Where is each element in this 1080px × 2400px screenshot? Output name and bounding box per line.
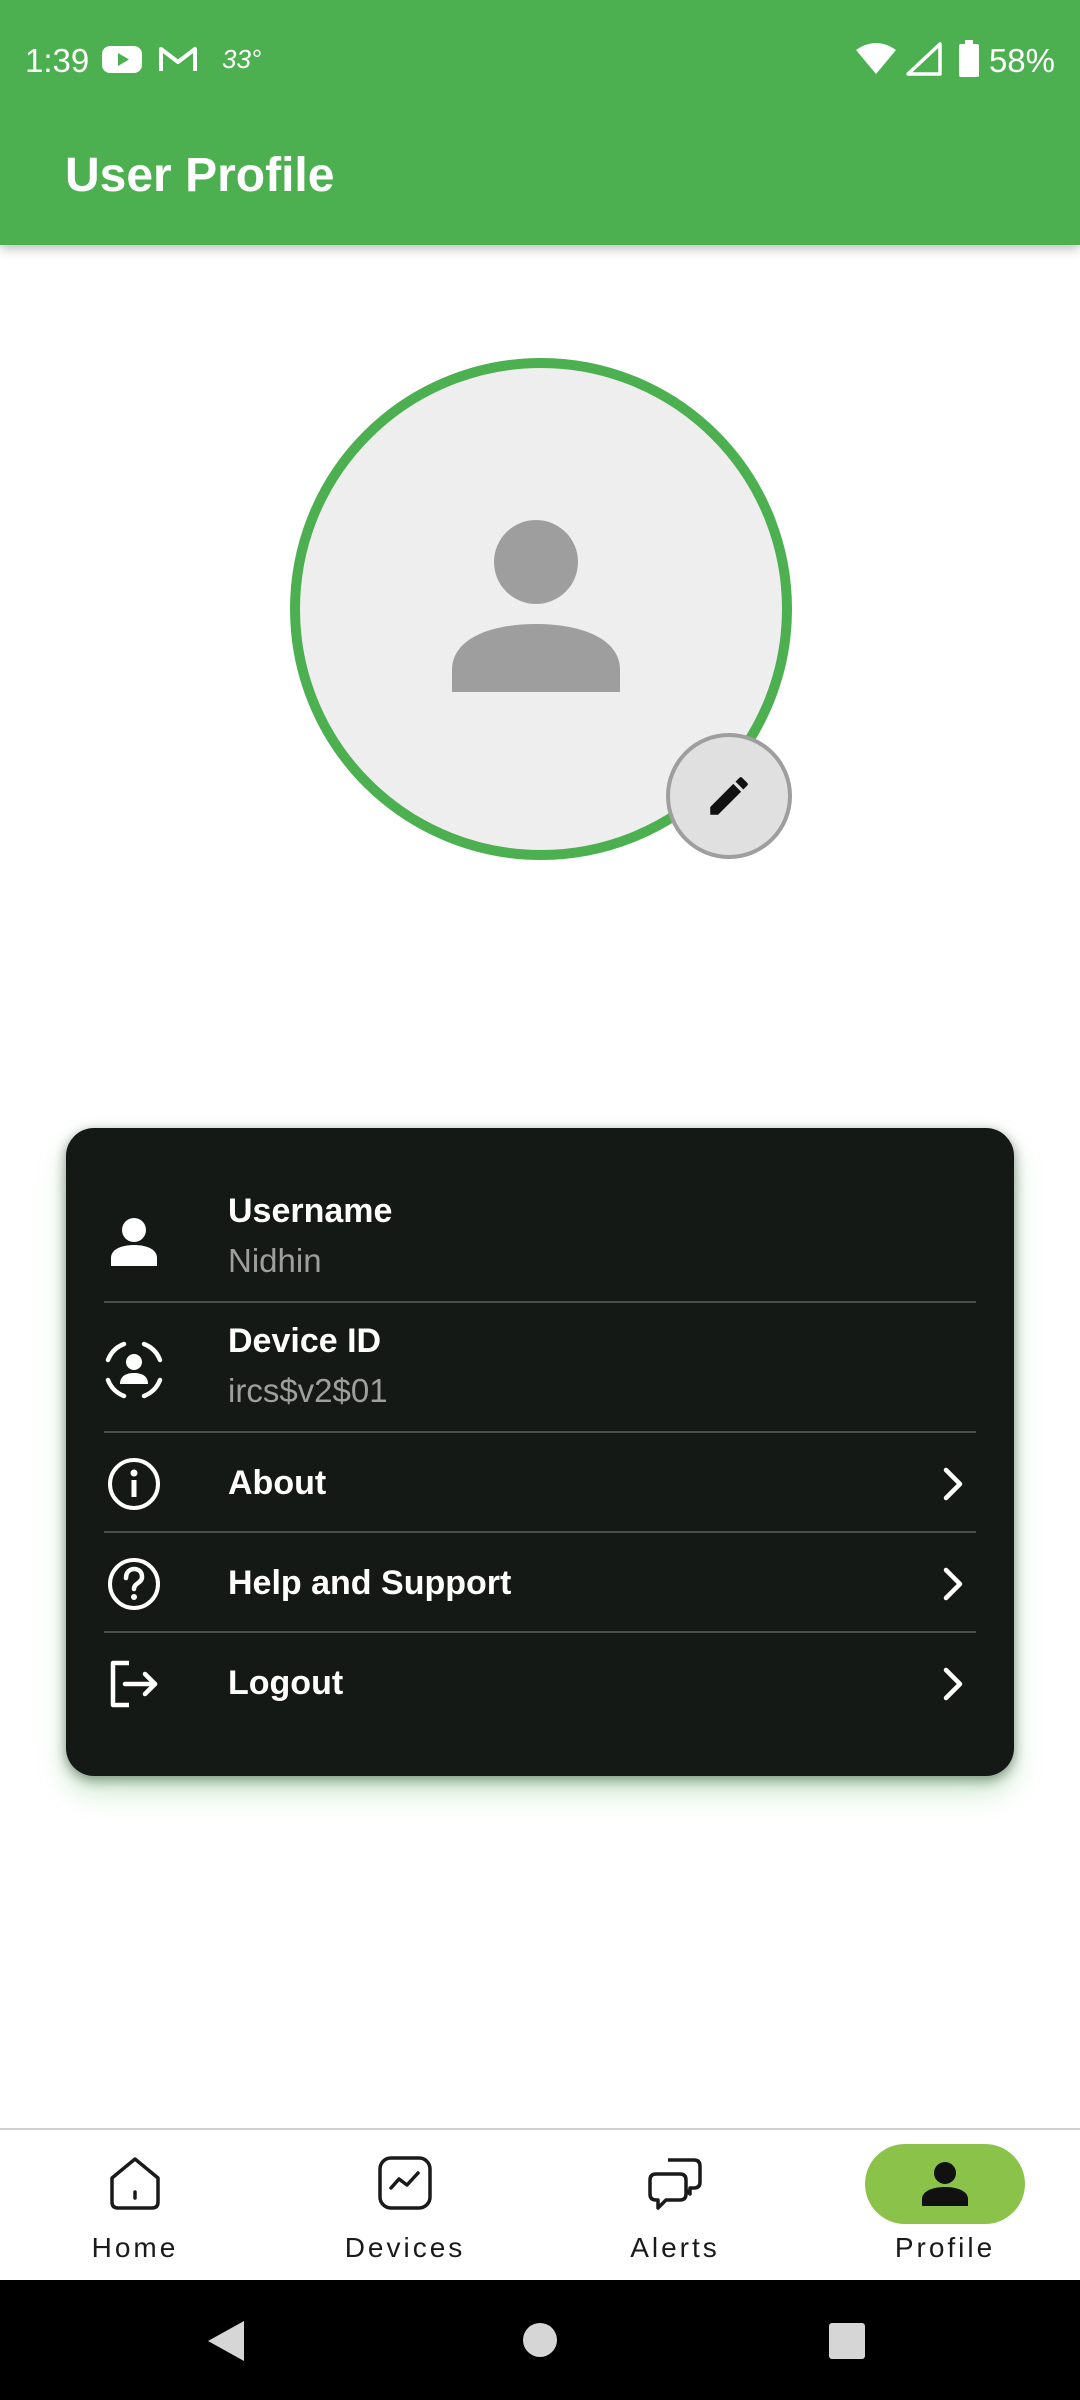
- chevron-right-icon: [942, 1466, 966, 1507]
- chevron-right-icon: [942, 1666, 966, 1707]
- username-value: Nidhin: [228, 1242, 322, 1279]
- battery-icon: [958, 40, 980, 83]
- status-time: 1:39: [25, 42, 90, 79]
- pencil-icon: [710, 777, 748, 815]
- nav-profile[interactable]: Profile: [845, 2144, 1045, 2274]
- signal-icon: [906, 42, 942, 81]
- nav-devices-label: Devices: [344, 2232, 466, 2263]
- about-row[interactable]: About: [104, 1434, 976, 1532]
- chart-icon: [376, 2154, 434, 2217]
- nav-devices[interactable]: Devices: [305, 2144, 505, 2274]
- person-icon: [452, 520, 620, 692]
- username-label: Username: [228, 1192, 393, 1230]
- logout-label: Logout: [228, 1664, 344, 1702]
- battery-percent: 58%: [988, 42, 1055, 79]
- status-temperature: 33°: [222, 44, 262, 74]
- person-icon: [922, 2162, 968, 2211]
- nav-alerts-label: Alerts: [630, 2232, 720, 2263]
- about-label: About: [228, 1464, 327, 1502]
- help-support-row[interactable]: Help and Support: [104, 1534, 976, 1632]
- gmail-icon: [158, 44, 198, 79]
- status-bar: 1:39 33° 58%: [0, 0, 1080, 125]
- edit-avatar-button[interactable]: [666, 733, 792, 859]
- logout-icon: [104, 1654, 164, 1714]
- chevron-right-icon: [942, 1566, 966, 1607]
- device-id-value: ircs$v2$01: [228, 1372, 388, 1409]
- nav-profile-label: Profile: [894, 2232, 996, 2263]
- help-support-label: Help and Support: [228, 1564, 512, 1602]
- divider: [104, 1431, 976, 1433]
- home-icon: [106, 2154, 164, 2217]
- divider: [104, 1531, 976, 1533]
- app-header: 1:39 33° 58% User Profile: [0, 0, 1080, 245]
- home-circle-icon[interactable]: [522, 2322, 558, 2363]
- youtube-icon: [102, 44, 142, 79]
- divider: [104, 1631, 976, 1633]
- bottom-navigation: Home Devices Alerts Profile: [0, 2128, 1080, 2282]
- face-scan-icon: [104, 1340, 164, 1400]
- back-icon[interactable]: [206, 2319, 246, 2368]
- nav-home[interactable]: Home: [35, 2144, 235, 2274]
- nav-alerts[interactable]: Alerts: [575, 2144, 775, 2274]
- device-id-row: Device ID ircs$v2$01: [104, 1322, 976, 1422]
- wifi-icon: [856, 42, 896, 79]
- nav-home-label: Home: [91, 2232, 179, 2263]
- system-navigation-bar: [0, 2280, 1080, 2400]
- divider: [104, 1301, 976, 1303]
- chat-bubbles-icon: [646, 2154, 704, 2217]
- page-title: User Profile: [65, 149, 335, 202]
- device-id-label: Device ID: [228, 1322, 382, 1360]
- person-icon: [104, 1212, 164, 1272]
- username-row: Username Nidhin: [104, 1192, 976, 1292]
- help-icon: [104, 1554, 164, 1614]
- logout-row[interactable]: Logout: [104, 1634, 976, 1732]
- recents-square-icon[interactable]: [828, 2322, 866, 2365]
- info-icon: [104, 1454, 164, 1514]
- profile-info-card: Username Nidhin Device ID ircs$v2$01 Abo…: [66, 1128, 1014, 1776]
